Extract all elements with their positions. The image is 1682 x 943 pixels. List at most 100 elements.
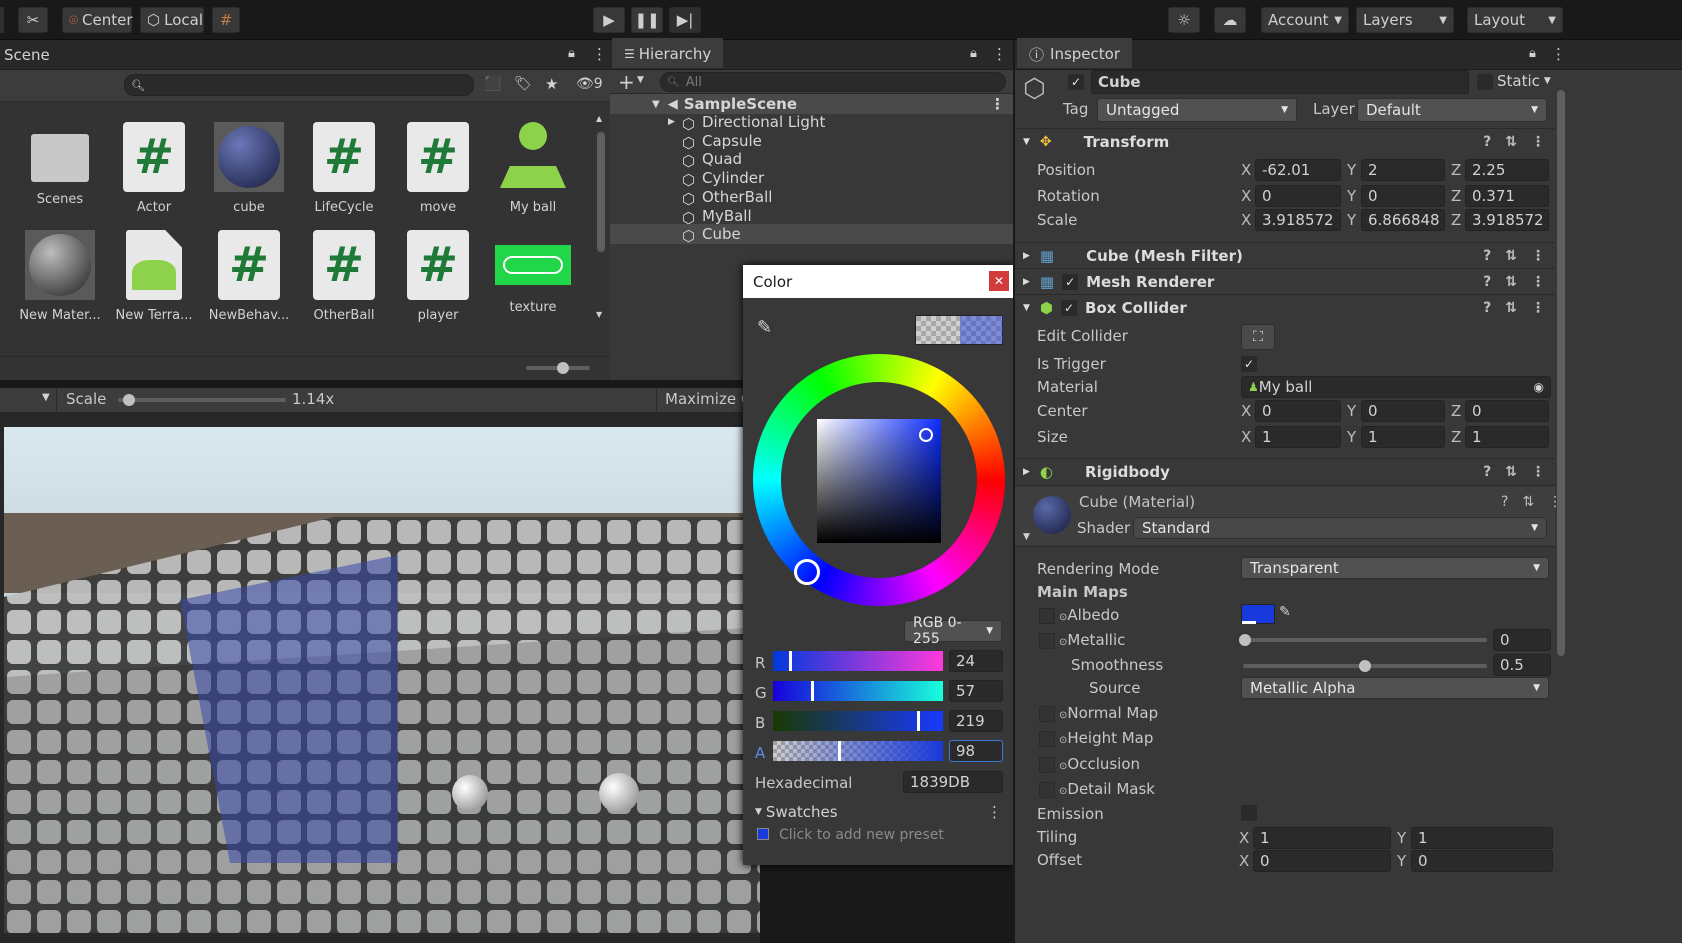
albedo-color-swatch[interactable] xyxy=(1241,604,1275,624)
g-slider-handle[interactable] xyxy=(811,681,814,701)
emission-checkbox[interactable] xyxy=(1241,805,1257,821)
shader-dropdown[interactable]: Standard ▼ xyxy=(1133,517,1547,539)
more-options-icon[interactable]: ⋮ xyxy=(1531,274,1545,290)
scale-slider-knob[interactable] xyxy=(123,394,135,406)
smoothness-input[interactable]: 0.5 xyxy=(1493,654,1551,676)
a-slider[interactable] xyxy=(773,741,943,761)
lock-icon[interactable]: 🔒︎ xyxy=(568,46,575,61)
asset-script[interactable]: # NewBehav... xyxy=(201,230,297,323)
saturation-value-square[interactable] xyxy=(817,419,941,543)
preset-swatch[interactable] xyxy=(757,828,769,840)
more-options-icon[interactable]: ⋮ xyxy=(1531,300,1545,316)
layout-dropdown[interactable]: Layout ▼ xyxy=(1467,7,1563,33)
active-checkbox[interactable]: ✓ xyxy=(1068,74,1084,90)
scroll-thumb[interactable] xyxy=(1557,90,1565,656)
rotation-x-input[interactable]: 0 xyxy=(1255,185,1341,207)
help-icon[interactable]: ? xyxy=(1483,464,1491,480)
center-y-input[interactable]: 0 xyxy=(1361,400,1445,422)
size-x-input[interactable]: 1 xyxy=(1255,426,1341,448)
help-icon[interactable]: ? xyxy=(1483,134,1491,150)
object-picker-icon[interactable]: ◉ xyxy=(1534,380,1544,394)
swatches-foldout[interactable]: ▼ Swatches xyxy=(755,803,838,821)
mesh-renderer-enabled-checkbox[interactable]: ✓ xyxy=(1062,274,1079,290)
detail-mask-texture-slot[interactable] xyxy=(1039,782,1055,798)
project-search-input[interactable]: 🔍︎ xyxy=(124,74,474,96)
preset-icon[interactable]: ⇅ xyxy=(1505,248,1517,264)
preset-icon[interactable]: ⇅ xyxy=(1522,494,1534,510)
scene-row[interactable]: ▼ ◀ SampleScene ⋮ xyxy=(610,94,1013,114)
is-trigger-checkbox[interactable]: ✓ xyxy=(1241,356,1257,372)
icon-size-knob[interactable] xyxy=(557,362,569,374)
account-dropdown[interactable]: Account ▼ xyxy=(1261,7,1349,33)
more-options-icon[interactable]: ⋮ xyxy=(1551,45,1566,63)
hue-handle[interactable] xyxy=(794,559,820,585)
more-options-icon[interactable]: ⋮ xyxy=(1531,248,1545,264)
offset-y-input[interactable]: 0 xyxy=(1411,850,1553,872)
scale-y-input[interactable]: 6.866848 xyxy=(1361,209,1445,231)
eyedropper-icon[interactable]: ✎ xyxy=(1279,604,1291,620)
layers-dropdown[interactable]: Layers ▼ xyxy=(1356,7,1454,33)
b-slider-handle[interactable] xyxy=(917,711,920,731)
g-slider[interactable] xyxy=(773,681,943,701)
hex-input[interactable]: 1839DB xyxy=(903,771,1003,793)
pivot-center-button[interactable]: ⌾ Center xyxy=(62,7,133,33)
grid-snap-button[interactable]: # xyxy=(212,7,240,33)
position-y-input[interactable]: 2 xyxy=(1361,159,1445,181)
smoothness-source-dropdown[interactable]: Metallic Alpha ▼ xyxy=(1241,677,1549,699)
more-options-icon[interactable]: ⋮ xyxy=(987,803,1002,821)
asset-script[interactable]: # LifeCycle xyxy=(296,122,392,215)
help-icon[interactable]: ? xyxy=(1483,248,1491,264)
lock-icon[interactable]: 🔒︎ xyxy=(970,46,977,61)
center-x-input[interactable]: 0 xyxy=(1255,400,1341,422)
hierarchy-item[interactable]: ⬡ Capsule xyxy=(610,131,1013,152)
offset-x-input[interactable]: 0 xyxy=(1253,850,1391,872)
transform-header[interactable]: ▼ ✥ Transform ? ⇅ ⋮ xyxy=(1015,128,1555,155)
asset-scrollbar[interactable]: ▲ ▼ xyxy=(596,114,605,319)
preset-icon[interactable]: ⇅ xyxy=(1505,300,1517,316)
asset-folder[interactable]: Scenes xyxy=(12,122,108,207)
a-input[interactable]: 98 xyxy=(949,740,1003,762)
scroll-thumb[interactable] xyxy=(597,132,605,252)
foldout-expanded-icon[interactable]: ▼ xyxy=(1023,532,1030,542)
metallic-texture-slot[interactable] xyxy=(1039,633,1055,649)
asset-script[interactable]: # player xyxy=(390,230,486,323)
inspector-tab[interactable]: ⓘ Inspector xyxy=(1017,38,1132,68)
physics-material-field[interactable]: ♟ My ball ◉ xyxy=(1241,376,1551,398)
step-button[interactable]: ▶| xyxy=(669,7,701,33)
hierarchy-item[interactable]: ⬡ Quad xyxy=(610,149,1013,170)
hierarchy-search-input[interactable]: 🔍︎ All xyxy=(660,72,1006,92)
more-options-icon[interactable]: ⋮ xyxy=(1548,494,1562,510)
rotation-y-input[interactable]: 0 xyxy=(1361,185,1445,207)
asset-script[interactable]: # OtherBall xyxy=(296,230,392,323)
project-tab-label[interactable]: Scene xyxy=(4,46,50,64)
asset-material[interactable]: cube xyxy=(201,122,297,215)
asset-script[interactable]: # Actor xyxy=(106,122,202,215)
scale-x-input[interactable]: 3.918572 xyxy=(1255,209,1341,231)
asset-material-gray[interactable]: New Mater... xyxy=(12,230,108,323)
space-local-button[interactable]: ⬡ Local xyxy=(140,7,204,33)
edit-collider-button[interactable]: ⛶ xyxy=(1241,324,1275,350)
scale-z-input[interactable]: 3.918572 xyxy=(1465,209,1549,231)
help-icon[interactable]: ? xyxy=(1483,300,1491,316)
box-collider-enabled-checkbox[interactable]: ✓ xyxy=(1061,300,1078,316)
metallic-slider[interactable] xyxy=(1243,638,1487,642)
size-y-input[interactable]: 1 xyxy=(1361,426,1445,448)
asset-texture[interactable]: texture xyxy=(485,230,581,315)
lock-icon[interactable]: 🔒︎ xyxy=(1529,46,1536,61)
metallic-knob[interactable] xyxy=(1239,634,1251,646)
preset-icon[interactable]: ⇅ xyxy=(1505,134,1517,150)
r-input[interactable]: 24 xyxy=(949,650,1003,672)
display-dropdown-icon[interactable]: ▼ xyxy=(42,392,50,403)
more-options-icon[interactable]: ⋮ xyxy=(990,95,1005,113)
r-slider-handle[interactable] xyxy=(789,651,792,671)
cloud-button[interactable]: ☁ xyxy=(1214,7,1246,33)
hierarchy-item[interactable]: ⬡ Cylinder xyxy=(610,168,1013,189)
g-input[interactable]: 57 xyxy=(949,680,1003,702)
asset-physic[interactable]: My ball xyxy=(485,122,581,215)
tiling-y-input[interactable]: 1 xyxy=(1411,827,1553,849)
b-input[interactable]: 219 xyxy=(949,710,1003,732)
rendering-mode-dropdown[interactable]: Transparent ▼ xyxy=(1241,557,1549,579)
pause-button[interactable]: ❚❚ xyxy=(631,7,663,33)
box-collider-header[interactable]: ▼ ⬢ ✓ Box Collider ? ⇅ ⋮ xyxy=(1015,294,1555,321)
hierarchy-item[interactable]: ⬡ OtherBall xyxy=(610,187,1013,208)
